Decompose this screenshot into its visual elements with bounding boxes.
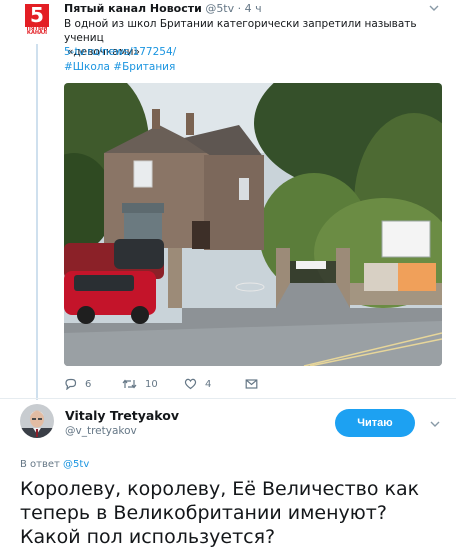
reply-prefix: В ответ	[20, 459, 60, 470]
reply-action[interactable]: 6	[64, 376, 91, 392]
avatar-vitaly[interactable]	[20, 404, 54, 438]
retweet-action[interactable]: 10	[122, 376, 158, 392]
reply-count: 6	[85, 378, 92, 390]
tweet-header: Пятый канал Новости @5tv · 4 ч	[64, 2, 262, 15]
thread-line	[36, 44, 38, 400]
author-handle[interactable]: @5tv	[205, 2, 234, 15]
author-handle[interactable]: @v_tretyakov	[65, 425, 137, 437]
like-count: 4	[205, 378, 212, 390]
school-gate-photo	[64, 83, 442, 366]
tweet-link[interactable]: 5-tv.ru/news/177254/	[64, 46, 176, 58]
avatar-photo	[20, 404, 54, 438]
like-action[interactable]: 4	[184, 376, 211, 392]
tweet-actions: 6 10 4	[64, 376, 264, 392]
tweet-time[interactable]: · 4 ч	[238, 2, 262, 15]
reply-icon	[65, 378, 77, 390]
retweet-count: 10	[145, 378, 158, 390]
retweet-icon	[122, 379, 137, 389]
like-icon	[184, 378, 197, 390]
reply-handle[interactable]: @5tv	[63, 459, 89, 470]
channel-logo-sub: ПЯТЫЙ КАНАЛ	[26, 26, 48, 36]
author-name[interactable]: Vitaly Tretyakov	[65, 408, 179, 423]
dm-icon	[245, 379, 258, 389]
tweet-text: Королеву, королеву, Её Величество как те…	[20, 478, 420, 548]
tweet-retweeted[interactable]: 5 ПЯТЫЙ КАНАЛ Пятый канал Новости @5tv ·…	[0, 0, 456, 400]
tweet-divider	[0, 398, 456, 399]
avatar-5tv[interactable]: 5 ПЯТЫЙ КАНАЛ	[25, 4, 49, 36]
following-button[interactable]: Читаю	[335, 409, 415, 437]
tweet-photo[interactable]	[64, 83, 442, 366]
reply-context: В ответ @5tv	[20, 459, 89, 470]
channel-logo: 5	[25, 4, 49, 27]
dm-action[interactable]	[245, 376, 258, 392]
chevron-down-icon[interactable]	[428, 3, 440, 13]
tweet-text-line1: В одной из школ Британии категорически з…	[64, 18, 417, 44]
author-name[interactable]: Пятый канал Новости	[64, 2, 202, 15]
chevron-down-icon[interactable]	[429, 419, 441, 429]
tweet-hashtags[interactable]: #Школа #Британия	[64, 61, 175, 73]
